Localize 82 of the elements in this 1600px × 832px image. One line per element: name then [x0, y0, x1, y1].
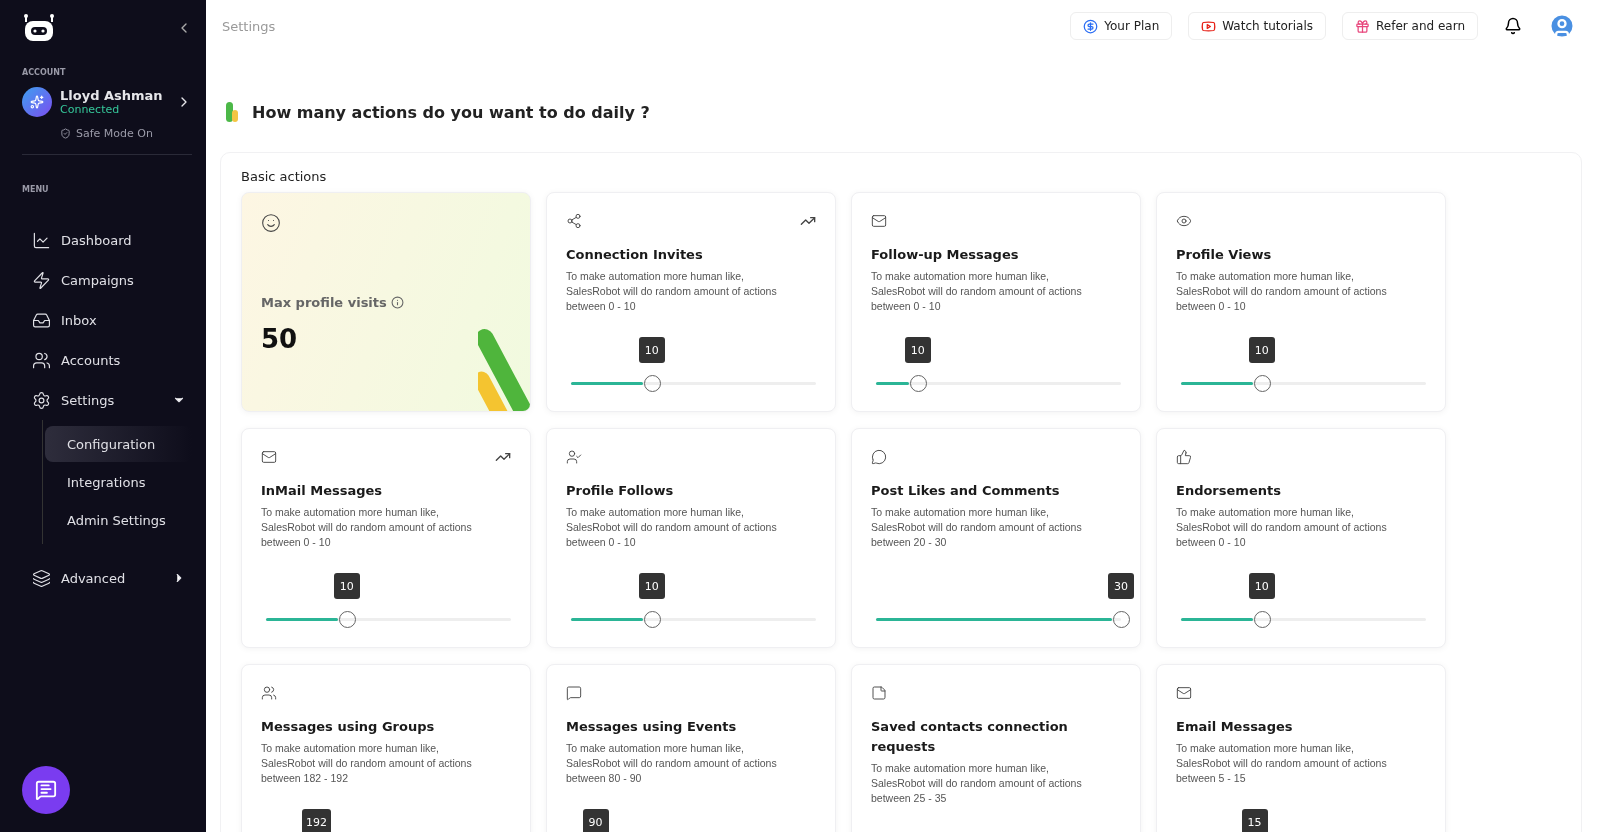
video-icon	[1201, 18, 1217, 34]
robot-logo-icon	[22, 14, 56, 42]
menu-icon	[32, 230, 51, 250]
action-icon	[1176, 449, 1192, 465]
summary-value: 50	[261, 324, 299, 354]
menu-icon	[32, 350, 51, 370]
question-heading: How many actions do you want to do daily ?	[252, 102, 650, 122]
action-icon	[261, 449, 277, 465]
sidebar-item[interactable]: Settings	[22, 380, 192, 420]
menu-icon	[32, 568, 51, 588]
chat-button[interactable]	[22, 766, 70, 814]
header-button[interactable]: Refer and earn	[1342, 12, 1478, 40]
card-description: To make automation more human like, SalesRobot will do random amount of actions between 0 - 10	[1176, 505, 1388, 550]
action-icon	[871, 213, 887, 229]
value-tooltip: 10	[638, 337, 665, 363]
card-description: To make automation more human like, SalesRobot will do random amount of actions between 0 - 10	[871, 269, 1083, 314]
value-tooltip: 10	[1248, 573, 1275, 599]
value-tooltip: 10	[1248, 337, 1275, 363]
chat-icon	[35, 779, 57, 801]
action-icon	[566, 449, 582, 465]
card-title: Messages using Groups	[261, 718, 436, 736]
menu-icon	[32, 390, 51, 410]
action-icon	[566, 685, 582, 701]
sidebar-item[interactable]: Advanced	[22, 558, 192, 598]
menu-icon	[32, 270, 51, 290]
card-title: Profile Follows	[566, 482, 675, 500]
card-title: Email Messages	[1176, 718, 1294, 736]
value-tooltip: 192	[302, 809, 331, 832]
card-description: To make automation more human like, SalesRobot will do random amount of actions between 0 - 10	[566, 269, 778, 314]
summary-label: Max profile visits	[261, 295, 387, 310]
sidebar-subitem[interactable]: Integrations	[45, 464, 192, 500]
sidebar-item[interactable]: Accounts	[22, 340, 192, 380]
value-tooltip: 10	[638, 573, 665, 599]
card-title: Follow-up Messages	[871, 246, 1020, 264]
shield-icon	[60, 128, 71, 139]
account-name: Lloyd Ashman	[60, 88, 164, 103]
leaf-icon	[224, 102, 240, 122]
card-description: To make automation more human like, SalesRobot will do random amount of actions between 0 - 10	[1176, 269, 1388, 314]
sidebar-subitem[interactable]: Admin Settings	[45, 502, 192, 538]
card-description: To make automation more human like, SalesRobot will do random amount of actions between 80 - 90	[566, 741, 778, 786]
card-title: Post Likes and Comments	[871, 482, 1061, 500]
card-title: Profile Views	[1176, 246, 1273, 264]
account-status: Connected	[60, 103, 121, 116]
value-tooltip: 10	[904, 337, 931, 363]
section-label: MENU	[22, 185, 50, 194]
action-icon	[566, 213, 582, 229]
sidebar-item[interactable]: Campaigns	[22, 260, 192, 300]
info-icon[interactable]	[390, 296, 404, 309]
card-description: To make automation more human like, SalesRobot will do random amount of actions between 5 - 15	[1176, 741, 1388, 786]
card-title: Endorsements	[1176, 482, 1282, 500]
section-label: ACCOUNT	[22, 68, 67, 77]
avatar-icon	[22, 87, 52, 117]
value-tooltip: 90	[582, 809, 609, 832]
section-title: Basic actions	[241, 169, 328, 184]
action-icon	[871, 449, 887, 465]
smiley-icon	[261, 213, 281, 233]
card-description: To make automation more human like, SalesRobot will do random amount of actions between 0 - 10	[566, 505, 778, 550]
sidebar-item[interactable]: Inbox	[22, 300, 192, 340]
sidebar-item[interactable]: Dashboard	[22, 220, 192, 260]
card-description: To make automation more human like, SalesRobot will do random amount of actions between 0 - 10	[261, 505, 473, 550]
card-description: To make automation more human like, SalesRobot will do random amount of actions between 25 - 35	[871, 761, 1083, 806]
header-button[interactable]: Your Plan	[1070, 12, 1173, 40]
value-tooltip: 30	[1108, 573, 1134, 599]
card-title: Connection Invites	[566, 246, 704, 264]
value-tooltip: 15	[1241, 809, 1268, 832]
card-title: Saved contacts connection requests	[871, 718, 1069, 756]
action-icon	[1176, 685, 1192, 701]
action-icon	[871, 685, 887, 701]
gift-icon	[1355, 18, 1370, 34]
card-description: To make automation more human like, SalesRobot will do random amount of actions between 20 - 30	[871, 505, 1083, 550]
card-title: Messages using Events	[566, 718, 738, 736]
card-description: To make automation more human like, SalesRobot will do random amount of actions between 182 - 192	[261, 741, 473, 786]
safe-mode-label: Safe Mode On	[76, 127, 153, 140]
header-button[interactable]: Watch tutorials	[1188, 12, 1326, 40]
action-icon	[261, 685, 277, 701]
page-title: Settings	[222, 18, 277, 34]
dollar-icon	[1083, 18, 1099, 34]
profile-icon[interactable]	[1548, 12, 1576, 40]
value-tooltip: 10	[333, 573, 360, 599]
notification-icon[interactable]	[1504, 17, 1522, 35]
card-title: InMail Messages	[261, 482, 384, 500]
action-icon	[1176, 213, 1192, 229]
